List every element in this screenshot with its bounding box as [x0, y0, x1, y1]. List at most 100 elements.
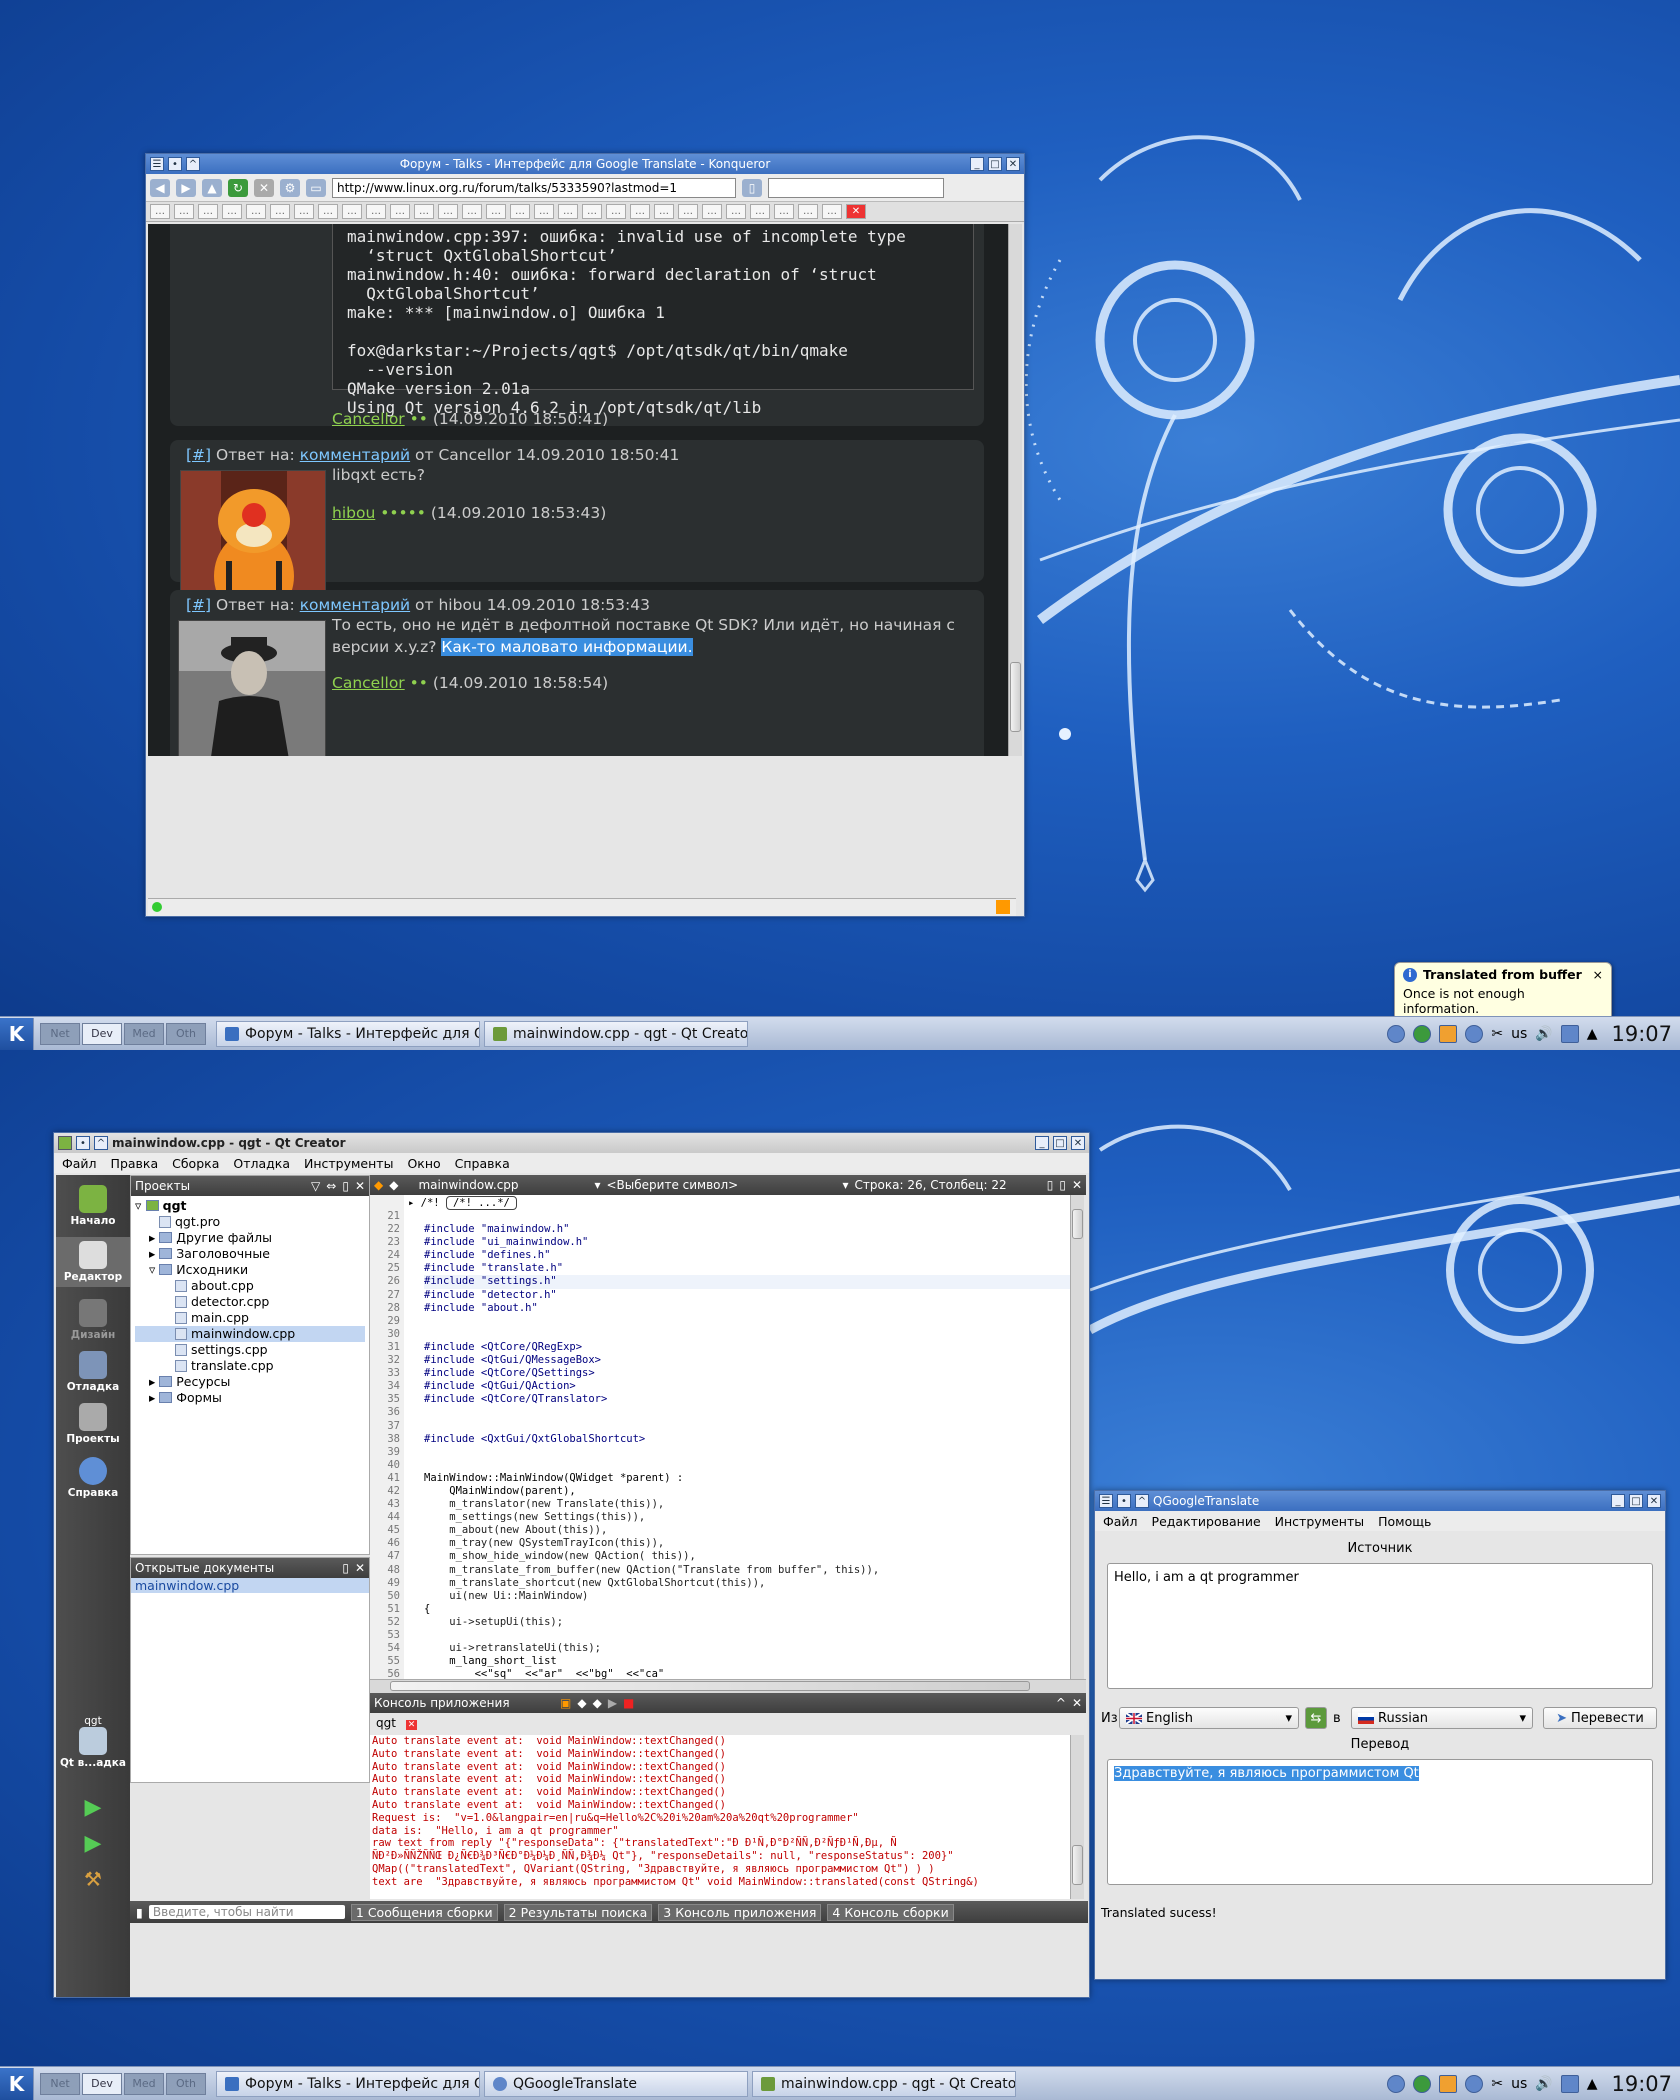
tab[interactable]: …: [270, 204, 290, 219]
tree-item-file[interactable]: about.cpp: [135, 1278, 365, 1294]
qgt-titlebar[interactable]: ☰ • ^ QGoogleTranslate _ □ ✕: [1095, 1491, 1665, 1511]
menu-edit[interactable]: Правка: [111, 1156, 159, 1171]
kde-menu-button[interactable]: K: [0, 2067, 34, 2100]
tree-item-folder[interactable]: ▸ Формы: [135, 1390, 365, 1406]
menu-tools[interactable]: Инструменты: [1275, 1514, 1364, 1529]
task-qtcreator[interactable]: mainwindow.cpp - qgt - Qt Creator: [752, 2070, 1016, 2097]
task-qtcreator[interactable]: mainwindow.cpp - qgt - Qt Creator: [484, 1020, 748, 1047]
tab[interactable]: …: [774, 204, 794, 219]
menu-file[interactable]: Файл: [1103, 1514, 1138, 1529]
tab[interactable]: …: [822, 204, 842, 219]
output-tab-search[interactable]: 2 Результаты поиска: [503, 1903, 653, 1921]
klipper-icon[interactable]: [1439, 2074, 1458, 2093]
mode-design[interactable]: Дизайн: [56, 1299, 130, 1341]
scrollbar-thumb[interactable]: [1072, 1209, 1083, 1239]
rerun-icon[interactable]: ▶: [608, 1696, 617, 1710]
reply-link[interactable]: комментарий: [300, 596, 410, 614]
shade-icon[interactable]: ^: [186, 157, 200, 171]
close-icon[interactable]: ✕: [1072, 1178, 1082, 1192]
minimize-button[interactable]: _: [1035, 1136, 1049, 1150]
build-icon[interactable]: ⚒: [56, 1867, 130, 1891]
info-icon[interactable]: [1387, 2074, 1406, 2093]
mode-debug[interactable]: Отладка: [56, 1351, 130, 1393]
maximize-button[interactable]: □: [988, 157, 1002, 171]
display-icon[interactable]: [1560, 1024, 1579, 1043]
scissors-icon[interactable]: ✂: [1491, 2076, 1503, 2092]
console-combo[interactable]: Консоль приложения: [374, 1696, 554, 1710]
tab[interactable]: …: [630, 204, 650, 219]
split-icon[interactable]: ▯: [1059, 1178, 1066, 1192]
projects-label[interactable]: Проекты: [135, 1179, 190, 1193]
author-link[interactable]: hibou: [332, 504, 375, 522]
tray-expand-icon[interactable]: ▲: [1587, 2076, 1598, 2092]
filter-icon[interactable]: ▽: [311, 1179, 320, 1193]
maximize-button[interactable]: □: [1629, 1494, 1643, 1508]
swap-languages-button[interactable]: ⇆: [1305, 1707, 1327, 1729]
console-output[interactable]: Auto translate event at: void MainWindow…: [370, 1735, 1070, 1899]
network-icon[interactable]: [1413, 2074, 1432, 2093]
editor-hscrollbar[interactable]: [370, 1679, 1086, 1693]
back-icon[interactable]: ◆: [374, 1178, 383, 1192]
tab[interactable]: …: [654, 204, 674, 219]
qtcreator-titlebar[interactable]: • ^ mainwindow.cpp - qgt - Qt Creator _ …: [54, 1133, 1089, 1153]
tab[interactable]: …: [390, 204, 410, 219]
split-icon[interactable]: ▯: [342, 1561, 349, 1575]
search-input[interactable]: [768, 177, 944, 198]
tab[interactable]: …: [294, 204, 314, 219]
tab[interactable]: …: [750, 204, 770, 219]
file-combo[interactable]: mainwindow.cpp: [404, 1178, 588, 1192]
tab[interactable]: …: [366, 204, 386, 219]
target-language-select[interactable]: Russian ▾: [1351, 1707, 1533, 1729]
forward-icon[interactable]: ◆: [389, 1178, 398, 1192]
volume-icon[interactable]: 🔊: [1535, 1026, 1552, 1042]
tree-item-folder[interactable]: ▿ Исходники: [135, 1262, 365, 1278]
maximize-icon[interactable]: ^: [1056, 1696, 1066, 1710]
pager-desktop[interactable]: Oth: [166, 1022, 206, 1045]
display-icon[interactable]: [1560, 2074, 1579, 2093]
mode-welcome[interactable]: Начало: [56, 1185, 130, 1227]
mode-editor[interactable]: Редактор: [56, 1237, 130, 1287]
close-icon[interactable]: ✕: [355, 1561, 365, 1575]
tab[interactable]: …: [510, 204, 530, 219]
clock[interactable]: 19:07: [1611, 2072, 1672, 2096]
url-input[interactable]: http://www.linux.org.ru/forum/talks/5333…: [332, 177, 736, 198]
tree-item-project[interactable]: ▿ qgt: [135, 1198, 365, 1214]
close-button[interactable]: ✕: [1071, 1136, 1085, 1150]
close-icon[interactable]: ✕: [1072, 1696, 1082, 1710]
keyboard-layout[interactable]: us: [1511, 2076, 1527, 2092]
menu-edit[interactable]: Редактирование: [1152, 1514, 1261, 1529]
code-editor[interactable]: 21 22 23 24 25 26 27 28 29 30 31 32 33 34 35 36 37 38 39 40…: [370, 1195, 1070, 1679]
menu-file[interactable]: Файл: [62, 1156, 97, 1171]
sticky-icon[interactable]: •: [76, 1136, 90, 1150]
kde-menu-button[interactable]: K: [0, 1017, 34, 1050]
tab[interactable]: …: [486, 204, 506, 219]
anchor-link[interactable]: [#]: [186, 446, 211, 464]
target-selector[interactable]: qgt Qt в...адка: [56, 1715, 130, 1769]
tab[interactable]: …: [174, 204, 194, 219]
tab[interactable]: …: [414, 204, 434, 219]
folded-comment[interactable]: ▸ /*! /*! ...*/: [408, 1196, 517, 1210]
split-icon[interactable]: ▯: [342, 1179, 349, 1193]
run-icon[interactable]: ▶: [56, 1795, 130, 1820]
tab[interactable]: …: [558, 204, 578, 219]
debug-run-icon[interactable]: ▶: [56, 1831, 130, 1856]
scrollbar-thumb[interactable]: [1010, 662, 1021, 732]
menu-window[interactable]: Окно: [407, 1156, 440, 1171]
task-qgoogletranslate[interactable]: QGoogleTranslate: [484, 2070, 748, 2097]
clock[interactable]: 19:07: [1611, 1022, 1672, 1046]
locator-input[interactable]: Введите, чтобы найти: [148, 1905, 345, 1919]
tab[interactable]: …: [342, 204, 362, 219]
translate-tray-icon[interactable]: [1465, 2074, 1484, 2093]
qt-logo-icon[interactable]: [58, 1136, 72, 1150]
pager-desktop[interactable]: Net: [40, 1022, 80, 1045]
tab[interactable]: …: [678, 204, 698, 219]
forward-icon[interactable]: ▶: [176, 178, 196, 197]
tree-item-folder[interactable]: ▸ Ресурсы: [135, 1374, 365, 1390]
network-icon[interactable]: [1413, 1024, 1432, 1043]
sticky-icon[interactable]: •: [1117, 1494, 1131, 1508]
up-icon[interactable]: ▲: [202, 178, 222, 197]
task-konqueror[interactable]: Форум - Talks - Интерфейс для Goog: [216, 2070, 480, 2097]
reload-icon[interactable]: ↻: [228, 178, 248, 197]
pager-desktop[interactable]: Net: [40, 2072, 80, 2095]
source-language-select[interactable]: English ▾: [1119, 1707, 1299, 1729]
